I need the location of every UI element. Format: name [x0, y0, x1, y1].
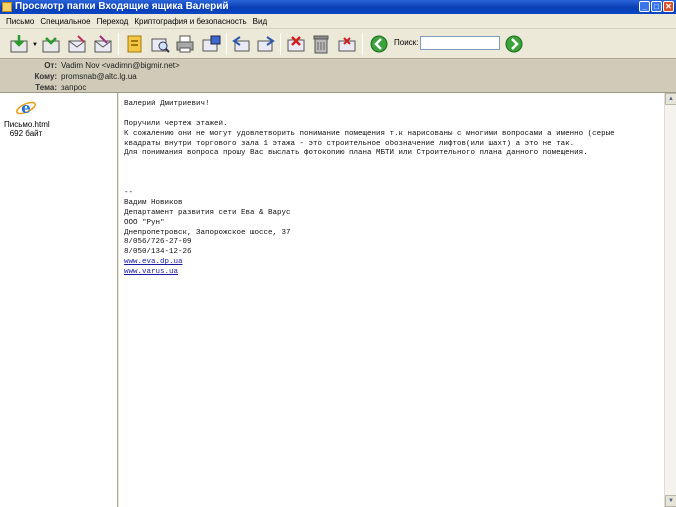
ie-document-icon: e: [16, 99, 36, 117]
app-icon: [2, 2, 12, 12]
search-input[interactable]: [420, 36, 500, 50]
attachment-size: 692 байт: [9, 129, 43, 138]
signature-name: Вадим Новиков: [124, 198, 183, 207]
menu-view[interactable]: Вид: [250, 14, 270, 29]
toolbar-separator: [362, 33, 363, 55]
address-book-icon[interactable]: [123, 33, 145, 55]
title-bar[interactable]: Просмотр папки Входящие ящика Валерий _ …: [0, 0, 676, 14]
body-line: Валерий Дмитриевич!: [124, 100, 210, 108]
mail-folder-icon[interactable]: [200, 33, 222, 55]
window-title: Просмотр папки Входящие ящика Валерий: [15, 1, 229, 12]
toolbar-separator: [280, 33, 281, 55]
toolbar: ▼ Поиск:: [0, 29, 676, 59]
body-line: квадраты внутри торгового зала 1 этажа -…: [124, 139, 575, 148]
reply-icon[interactable]: [230, 33, 252, 55]
message-body: Валерий Дмитриевич! Поручили чертеж этаж…: [124, 100, 660, 278]
scroll-down-icon[interactable]: ▼: [665, 495, 676, 507]
menu-mail[interactable]: Письмо: [3, 14, 37, 29]
to-value[interactable]: promsnab@altc.lg.ua: [61, 71, 137, 82]
attachment-name: Письмо.html: [4, 120, 50, 129]
from-value[interactable]: Vadim Nov <vadimn@bigmir.net>: [61, 60, 180, 71]
body-line: Для понимания вопроса прошу Вас выслать …: [124, 149, 588, 158]
signature-address: Днепропетровск, Запорожское шоссе, 37: [124, 228, 291, 237]
menu-bar: Письмо Специальное Переход Криптография …: [0, 14, 676, 29]
signature-company: ООО "Рун": [124, 218, 165, 227]
subject-label: Тема:: [35, 83, 57, 92]
maximize-button[interactable]: □: [651, 1, 662, 12]
signature-phone: 8/056/726-27-09: [124, 238, 192, 247]
menu-crypto-security[interactable]: Криптография и безопасность: [131, 14, 249, 29]
signature-separator: --: [124, 189, 134, 198]
send-receive-icon[interactable]: [40, 33, 62, 55]
from-label: От:: [44, 61, 57, 70]
back-arrow-icon[interactable]: [368, 33, 390, 55]
signature-phone: 8/050/134-12-26: [124, 248, 192, 257]
print-icon[interactable]: [174, 33, 196, 55]
vertical-scrollbar[interactable]: ▲ ▼: [664, 93, 676, 507]
menu-special[interactable]: Специальное: [37, 14, 93, 29]
body-line: [124, 159, 660, 169]
window-controls: _ □ ✕: [639, 1, 674, 13]
find-icon[interactable]: [149, 33, 171, 55]
close-button[interactable]: ✕: [663, 1, 674, 12]
undelete-icon[interactable]: [336, 33, 358, 55]
link-eva[interactable]: www.eva.dp.ua: [124, 258, 183, 266]
message-header: От: Vadim Nov <vadimn@bigmir.net> Кому: …: [0, 59, 676, 93]
body-line: К сожалению они не могут удовлетворить п…: [124, 129, 615, 138]
scroll-up-icon[interactable]: ▲: [665, 93, 676, 105]
compose-icon[interactable]: [92, 33, 114, 55]
body-line: [124, 179, 660, 189]
attachment-item[interactable]: e Письмо.html 692 байт: [4, 97, 50, 138]
get-mail-icon[interactable]: [8, 33, 30, 55]
body-line: Поручили чертеж этажей.: [124, 119, 228, 128]
new-mail-icon[interactable]: [66, 33, 88, 55]
to-label: Кому:: [34, 72, 57, 81]
body-line: [124, 169, 660, 179]
forward-arrow-icon[interactable]: [503, 33, 525, 55]
signature-department: Департамент развития сети Ева & Варус: [124, 208, 291, 217]
minimize-button[interactable]: _: [639, 1, 650, 12]
link-varus[interactable]: www.varus.ua: [124, 268, 178, 276]
delete-marked-icon[interactable]: [285, 33, 307, 55]
message-body-pane[interactable]: Валерий Дмитриевич! Поручили чертеж этаж…: [119, 93, 664, 507]
svg-text:e: e: [21, 99, 31, 117]
subject-value: запрос: [61, 83, 87, 92]
search-label: Поиск:: [394, 38, 419, 47]
attachment-pane: e Письмо.html 692 байт: [0, 93, 118, 507]
body-line: [124, 110, 660, 120]
get-mail-dropdown-icon[interactable]: ▼: [32, 42, 38, 48]
toolbar-separator: [118, 33, 119, 55]
forward-icon[interactable]: [255, 33, 277, 55]
menu-go[interactable]: Переход: [94, 14, 132, 29]
toolbar-separator: [226, 33, 227, 55]
trash-icon[interactable]: [310, 33, 332, 55]
